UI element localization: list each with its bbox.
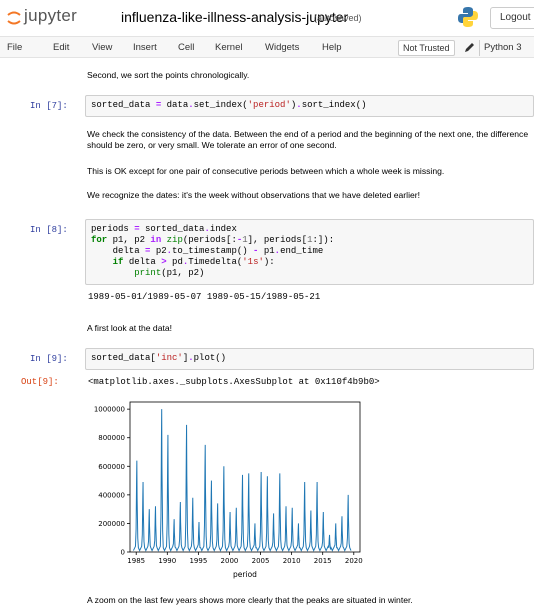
y-tick-label: 600000 [98, 463, 125, 471]
x-tick-label: 2000 [221, 557, 239, 565]
y-axis: 0 200000 400000 600000 800000 1000000 [94, 406, 130, 557]
y-tick-label: 1000000 [94, 406, 125, 414]
output-prompt: Out[9]: [21, 377, 59, 387]
x-axis: 1985 1990 1995 2000 2005 2010 2015 2020 [127, 552, 363, 565]
kernel-indicator[interactable]: Python 3 [479, 40, 522, 56]
x-tick-label: 1990 [158, 557, 176, 565]
pencil-icon[interactable] [464, 42, 475, 53]
x-tick-label: 2005 [252, 557, 270, 565]
menu-insert[interactable]: Insert [133, 42, 157, 53]
menu-cell[interactable]: Cell [178, 42, 194, 53]
code-cell[interactable]: sorted_data['inc'].plot() [85, 348, 534, 370]
incidence-line-chart: 0 200000 400000 600000 800000 1000000 1985 199… [94, 401, 363, 579]
menu-help[interactable]: Help [322, 42, 342, 53]
markdown-cell: We recognize the dates: it's the week wi… [87, 190, 421, 200]
input-prompt: In [7]: [30, 101, 68, 111]
logout-button[interactable]: Logout [490, 7, 534, 29]
logo-text[interactable]: jupyter [24, 6, 77, 26]
code-cell[interactable]: periods = sorted_data.index for p1, p2 i… [85, 219, 534, 285]
x-axis-label: period [233, 570, 257, 579]
menubar: File Edit View Insert Cell Kernel Widget… [0, 36, 534, 58]
cell-output: 1989-05-01/1989-05-07 1989-05-15/1989-05… [88, 292, 321, 302]
markdown-cell: This is OK except for one pair of consec… [87, 166, 445, 176]
x-tick-label: 1985 [127, 557, 145, 565]
x-tick-label: 1995 [189, 557, 207, 565]
x-tick-label: 2010 [283, 557, 301, 565]
jupyter-logo-icon [7, 11, 21, 25]
python-logo-icon [458, 7, 478, 27]
code-cell[interactable]: sorted_data = data.set_index('period').s… [85, 95, 534, 117]
markdown-cell: A zoom on the last few years shows more … [87, 595, 413, 605]
markdown-cell: We check the consistency of the data. Be… [87, 129, 529, 150]
y-tick-label: 0 [121, 549, 125, 557]
header: jupyter influenza-like-illness-analysis-… [0, 0, 534, 36]
menu-file[interactable]: File [7, 42, 22, 53]
input-prompt: In [9]: [30, 354, 68, 364]
not-trusted-button[interactable]: Not Trusted [398, 40, 455, 56]
menu-kernel[interactable]: Kernel [215, 42, 242, 53]
input-prompt: In [8]: [30, 225, 68, 235]
cell-output: <matplotlib.axes._subplots.AxesSubplot a… [88, 377, 380, 387]
menu-widgets[interactable]: Widgets [265, 42, 299, 53]
y-tick-label: 400000 [98, 491, 125, 499]
menu-view[interactable]: View [92, 42, 112, 53]
series-line-inc [132, 409, 352, 552]
menu-edit[interactable]: Edit [53, 42, 69, 53]
y-tick-label: 200000 [98, 520, 125, 528]
markdown-cell: Second, we sort the points chronological… [87, 70, 250, 80]
autosave-status: (autosaved) [314, 13, 362, 23]
y-tick-label: 800000 [98, 434, 125, 442]
plot-frame [129, 401, 361, 553]
x-tick-label: 2015 [314, 557, 332, 565]
x-tick-label: 2020 [345, 557, 363, 565]
markdown-cell: A first look at the data! [87, 323, 173, 333]
